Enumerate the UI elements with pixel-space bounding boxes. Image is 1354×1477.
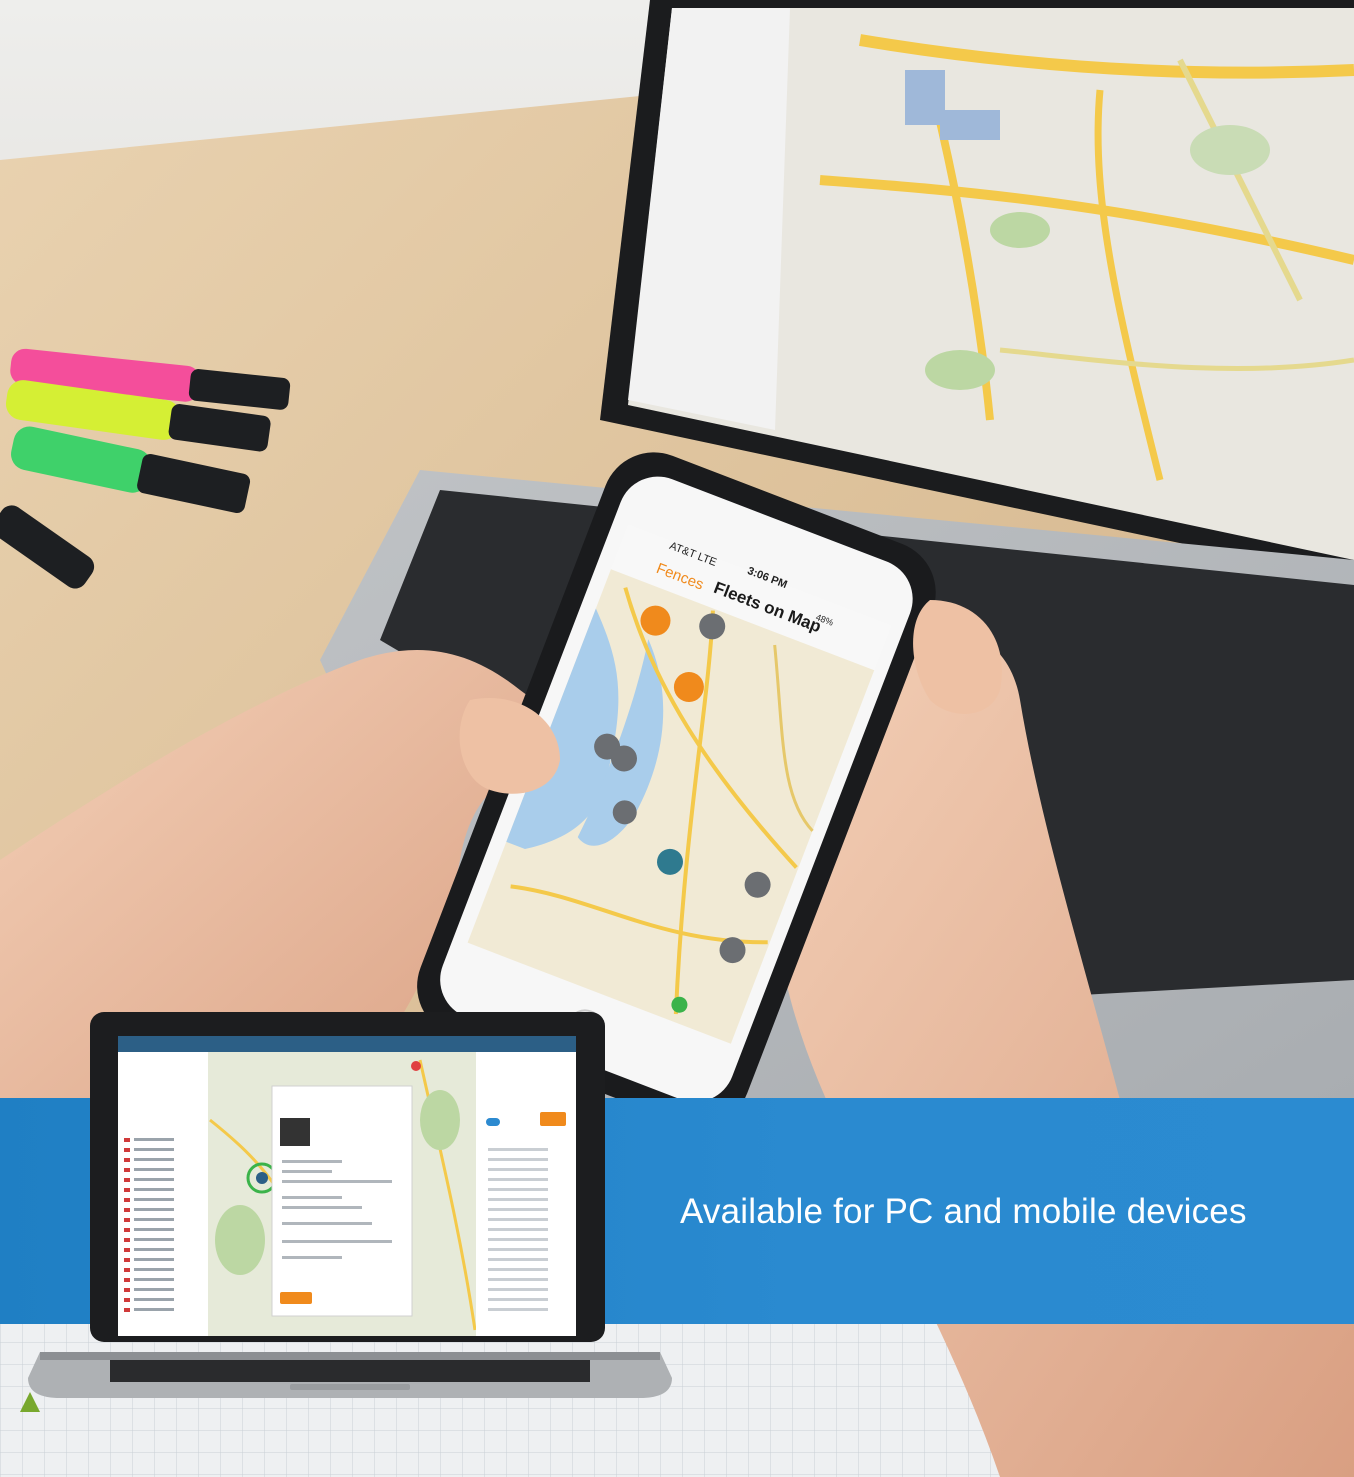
- banner-headline: Available for PC and mobile devices: [680, 1192, 1247, 1231]
- foreground-laptop: [20, 1012, 672, 1412]
